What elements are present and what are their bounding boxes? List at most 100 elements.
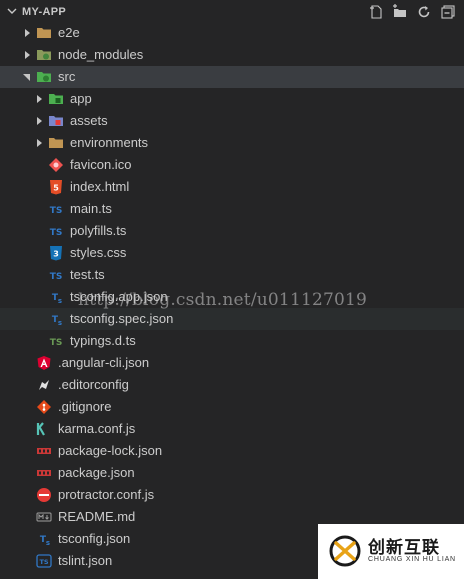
tree-item-label: main.ts bbox=[70, 201, 112, 216]
tree-item-label: tsconfig.app.json bbox=[70, 289, 168, 304]
brand-logo: 创新互联 CHUANG XIN HU LIAN bbox=[318, 524, 464, 579]
svg-text:TS: TS bbox=[50, 206, 63, 216]
tree-folder[interactable]: e2e bbox=[0, 22, 464, 44]
tree-file[interactable]: .editorconfig bbox=[0, 374, 464, 396]
ts-icon: TS bbox=[50, 228, 63, 238]
tree-file[interactable]: TS test.ts bbox=[0, 264, 464, 286]
brand-name-cn: 创新互联 bbox=[368, 538, 440, 557]
new-file-icon[interactable] bbox=[368, 4, 384, 20]
folder-src-icon bbox=[37, 72, 51, 82]
tree-item-label: protractor.conf.js bbox=[58, 487, 155, 502]
tree-item-label: tsconfig.json bbox=[58, 531, 131, 546]
svg-text:s: s bbox=[58, 319, 62, 327]
tree-item-label: node_modules bbox=[58, 47, 144, 62]
chevron-right-icon[interactable] bbox=[34, 116, 44, 126]
tree-item-label: polyfills.ts bbox=[70, 223, 127, 238]
favicon-icon bbox=[49, 158, 63, 172]
tree-folder[interactable]: assets bbox=[0, 110, 464, 132]
css-icon: 3 bbox=[50, 246, 62, 261]
refresh-icon[interactable] bbox=[416, 4, 432, 20]
svg-text:TS: TS bbox=[50, 228, 63, 238]
ts-icon: TS bbox=[50, 206, 63, 216]
tree-item-label: e2e bbox=[58, 25, 80, 40]
tree-item-label: index.html bbox=[70, 179, 130, 194]
explorer-toolbar bbox=[368, 4, 456, 20]
tsdef-icon: TS bbox=[50, 338, 63, 348]
npm-icon bbox=[37, 448, 51, 454]
tree-file[interactable]: TS typings.d.ts bbox=[0, 330, 464, 352]
svg-text:TS: TS bbox=[39, 558, 48, 566]
tree-file[interactable]: Ts tsconfig.spec.json bbox=[0, 308, 464, 330]
tree-item-label: favicon.ico bbox=[70, 157, 132, 172]
tsconfig-icon: Ts bbox=[40, 535, 50, 547]
explorer-header: MY-APP bbox=[0, 0, 464, 24]
tree-file[interactable]: 3 styles.css bbox=[0, 242, 464, 264]
svg-text:3: 3 bbox=[53, 250, 59, 259]
tree-file[interactable]: package-lock.json bbox=[0, 440, 464, 462]
svg-text:s: s bbox=[58, 297, 62, 305]
tree-item-label: test.ts bbox=[70, 267, 105, 282]
tree-file[interactable]: TS main.ts bbox=[0, 198, 464, 220]
tree-item-label: environments bbox=[70, 135, 149, 150]
tree-file[interactable]: Ts tsconfig.app.json bbox=[0, 286, 464, 308]
tree-item-label: app bbox=[70, 91, 92, 106]
tree-item-label: package.json bbox=[58, 465, 135, 480]
tree-item-label: tslint.json bbox=[58, 553, 113, 568]
tslint-icon: TS bbox=[36, 554, 52, 568]
tree-file[interactable]: 5 index.html bbox=[0, 176, 464, 198]
tree-file[interactable]: .angular-cli.json bbox=[0, 352, 464, 374]
html-icon: 5 bbox=[50, 180, 62, 195]
tree-item-label: src bbox=[58, 69, 76, 84]
folder-assets-icon bbox=[49, 116, 63, 126]
tree-folder[interactable]: app bbox=[0, 88, 464, 110]
svg-text:s: s bbox=[46, 539, 50, 547]
chevron-down-icon[interactable] bbox=[22, 72, 32, 82]
file-tree: e2e node_modulessrc app assets environments f… bbox=[0, 22, 464, 572]
chevron-right-icon[interactable] bbox=[22, 28, 32, 38]
chevron-right-icon[interactable] bbox=[34, 94, 44, 104]
svg-text:TS: TS bbox=[50, 338, 63, 348]
tree-file[interactable]: TS polyfills.ts bbox=[0, 220, 464, 242]
chevron-right-icon[interactable] bbox=[22, 50, 32, 60]
tree-item-label: .editorconfig bbox=[58, 377, 129, 392]
tree-item-label: typings.d.ts bbox=[70, 333, 136, 348]
folder-icon bbox=[37, 28, 51, 38]
tree-file[interactable]: package.json bbox=[0, 462, 464, 484]
tree-item-label: .gitignore bbox=[58, 399, 112, 414]
tree-item-label: .angular-cli.json bbox=[58, 355, 150, 370]
collapse-all-icon[interactable] bbox=[440, 4, 456, 20]
folder-node-icon bbox=[37, 50, 51, 60]
angular-icon bbox=[37, 356, 51, 370]
tsconfig-icon: Ts bbox=[52, 315, 62, 327]
explorer-title: MY-APP bbox=[22, 6, 66, 18]
tree-file[interactable]: favicon.ico bbox=[0, 154, 464, 176]
tree-folder[interactable]: src bbox=[0, 66, 464, 88]
tree-file[interactable]: .gitignore bbox=[0, 396, 464, 418]
chevron-down-icon[interactable] bbox=[6, 5, 18, 17]
protractor-icon bbox=[37, 488, 51, 502]
folder-icon bbox=[49, 138, 63, 148]
tree-folder[interactable]: node_modules bbox=[0, 44, 464, 66]
tree-file[interactable]: protractor.conf.js bbox=[0, 484, 464, 506]
npm-icon bbox=[37, 470, 51, 476]
tree-item-label: styles.css bbox=[70, 245, 127, 260]
editorconfig-icon bbox=[39, 380, 49, 390]
tree-item-label: README.md bbox=[58, 509, 136, 524]
tree-item-label: assets bbox=[70, 113, 108, 128]
tree-folder[interactable]: environments bbox=[0, 132, 464, 154]
tree-file[interactable]: karma.conf.js bbox=[0, 418, 464, 440]
svg-text:TS: TS bbox=[50, 272, 63, 282]
new-folder-icon[interactable] bbox=[392, 4, 408, 20]
tree-item-label: karma.conf.js bbox=[58, 421, 136, 436]
tree-item-label: package-lock.json bbox=[58, 443, 163, 458]
folder-app-icon bbox=[49, 94, 63, 104]
markdown-icon bbox=[36, 512, 52, 522]
tsconfig-icon: Ts bbox=[52, 293, 62, 305]
git-icon bbox=[37, 400, 51, 414]
svg-text:5: 5 bbox=[53, 184, 59, 193]
tree-item-label: tsconfig.spec.json bbox=[70, 311, 174, 326]
chevron-right-icon[interactable] bbox=[34, 138, 44, 148]
brand-mark-icon bbox=[329, 535, 361, 567]
ts-icon: TS bbox=[50, 272, 63, 282]
karma-icon bbox=[36, 422, 45, 436]
